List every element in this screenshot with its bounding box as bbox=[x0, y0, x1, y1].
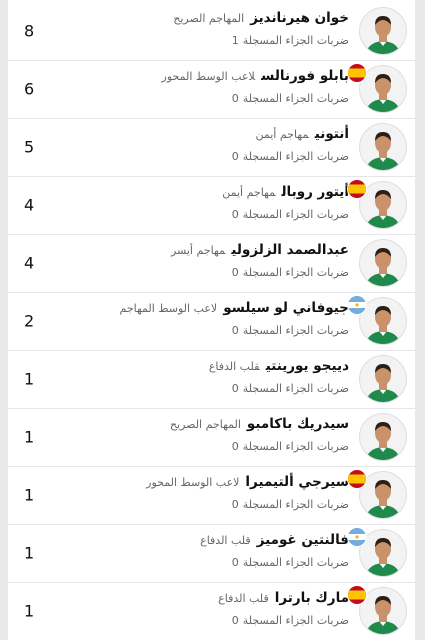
player-photo bbox=[359, 355, 407, 403]
stat-value: 0 bbox=[231, 382, 239, 395]
player-name: دييجو يورينتي bbox=[265, 358, 349, 374]
stat-count: 8 bbox=[24, 21, 35, 41]
stat-count: 4 bbox=[24, 253, 35, 273]
stat-value: 0 bbox=[231, 556, 239, 569]
stat-count: 1 bbox=[24, 427, 35, 447]
player-row[interactable]: 4 عبدالصمد الزلزولي مهاجم أيسر ضربات الجزاء… bbox=[8, 234, 415, 293]
spain-flag-icon bbox=[347, 63, 367, 83]
player-name: بابلو فورنالس bbox=[261, 68, 349, 84]
player-row[interactable]: 6 بابلو فورنالس لاعب الوسط المحور ضربات الج… bbox=[8, 60, 415, 119]
player-position: المهاجم الصريح bbox=[173, 12, 245, 25]
argentina-flag-icon bbox=[347, 295, 367, 315]
spain-flag-icon bbox=[347, 469, 367, 489]
player-position: مهاجم أيمن bbox=[222, 186, 276, 199]
player-row[interactable]: 5 أنتوني مهاجم أيمن ضربات الجزاء المسجلة0 bbox=[8, 118, 415, 177]
stat-label: ضربات الجزاء المسجلة bbox=[242, 440, 349, 453]
player-position: مهاجم أيسر bbox=[170, 244, 226, 257]
stat-label: ضربات الجزاء المسجلة bbox=[242, 614, 349, 627]
argentina-flag-icon bbox=[347, 527, 367, 547]
stat-value: 0 bbox=[231, 324, 239, 337]
stat-label: ضربات الجزاء المسجلة bbox=[242, 34, 349, 47]
player-row[interactable]: 8 خوان هيرنانديز المهاجم الصريح ضربات الجزا… bbox=[8, 2, 415, 61]
stat-count: 1 bbox=[24, 485, 35, 505]
stat-count: 1 bbox=[24, 543, 35, 563]
player-photo bbox=[359, 239, 407, 287]
player-position: قلب الدفاع bbox=[200, 534, 251, 547]
stat-value: 1 bbox=[231, 34, 239, 47]
spain-flag-icon bbox=[347, 179, 367, 199]
player-position: المهاجم الصريح bbox=[169, 418, 241, 431]
stat-count: 6 bbox=[24, 79, 35, 99]
stat-label: ضربات الجزاء المسجلة bbox=[242, 498, 349, 511]
player-row[interactable]: 4 أيتور روبال مهاجم أيمن ضربات الجزاء المسج… bbox=[8, 176, 415, 235]
stat-label: ضربات الجزاء المسجلة bbox=[242, 266, 349, 279]
player-name: فالنتين غوميز bbox=[256, 532, 349, 548]
stat-value: 0 bbox=[231, 150, 239, 163]
stat-value: 0 bbox=[231, 92, 239, 105]
stat-label: ضربات الجزاء المسجلة bbox=[242, 556, 349, 569]
player-name: أيتور روبال bbox=[281, 184, 349, 200]
player-name: خوان هيرنانديز bbox=[250, 10, 349, 26]
player-name: مارك بارترا bbox=[274, 590, 349, 606]
player-row[interactable]: 1 سيرجي ألتيميرا لاعب الوسط المحور ضربات ال… bbox=[8, 466, 415, 525]
stat-value: 0 bbox=[231, 498, 239, 511]
player-row[interactable]: 1 مارك بارترا قلب الدفاع ضربات الجزاء المسج… bbox=[8, 582, 415, 640]
spain-flag-icon bbox=[347, 585, 367, 605]
player-row[interactable]: 1 فالنتين غوميز قلب الدفاع ضربات الجزاء الم… bbox=[8, 524, 415, 583]
stat-value: 0 bbox=[231, 614, 239, 627]
stat-label: ضربات الجزاء المسجلة bbox=[242, 324, 349, 337]
stat-count: 1 bbox=[24, 369, 35, 389]
stat-label: ضربات الجزاء المسجلة bbox=[242, 92, 349, 105]
player-photo bbox=[359, 413, 407, 461]
player-position: لاعب الوسط المهاجم bbox=[119, 302, 218, 315]
stat-count: 1 bbox=[24, 601, 35, 621]
player-name: سيدريك باكامبو bbox=[246, 416, 349, 432]
player-position: قلب الدفاع bbox=[218, 592, 269, 605]
player-row[interactable]: 1 دييجو يورينتي قلب الدفاع ضربات الجزاء الم… bbox=[8, 350, 415, 409]
player-position: لاعب الوسط المحور bbox=[146, 476, 240, 489]
player-name: سيرجي ألتيميرا bbox=[245, 474, 349, 490]
player-position: قلب الدفاع bbox=[208, 360, 260, 373]
player-position: لاعب الوسط المحور bbox=[161, 70, 256, 83]
stat-label: ضربات الجزاء المسجلة bbox=[242, 382, 349, 395]
player-photo bbox=[359, 123, 407, 171]
stat-value: 0 bbox=[231, 440, 239, 453]
player-name: أنتوني bbox=[314, 126, 349, 142]
player-stats-list: 8 خوان هيرنانديزالمهاجم الصريح ضربات الجزا… bbox=[8, 0, 415, 640]
stat-count: 2 bbox=[24, 311, 35, 331]
stat-label: ضربات الجزاء المسجلة bbox=[242, 208, 349, 221]
player-name: جيوفاني لو سيلسو bbox=[223, 300, 349, 316]
player-row[interactable]: 2 جيوفاني لو سيلسو لاعب الوسط المهاجم ضربات… bbox=[8, 292, 415, 351]
player-row[interactable]: 1 سيدريك باكامبو المهاجم الصريح ضربات الجزا… bbox=[8, 408, 415, 467]
player-photo bbox=[359, 7, 407, 55]
stat-count: 4 bbox=[24, 195, 35, 215]
stat-count: 5 bbox=[24, 137, 35, 157]
stat-value: 0 bbox=[231, 266, 239, 279]
player-name: عبدالصمد الزلزولي bbox=[231, 242, 349, 258]
stat-value: 0 bbox=[231, 208, 239, 221]
stat-label: ضربات الجزاء المسجلة bbox=[242, 150, 349, 163]
player-position: مهاجم أيمن bbox=[255, 128, 309, 141]
